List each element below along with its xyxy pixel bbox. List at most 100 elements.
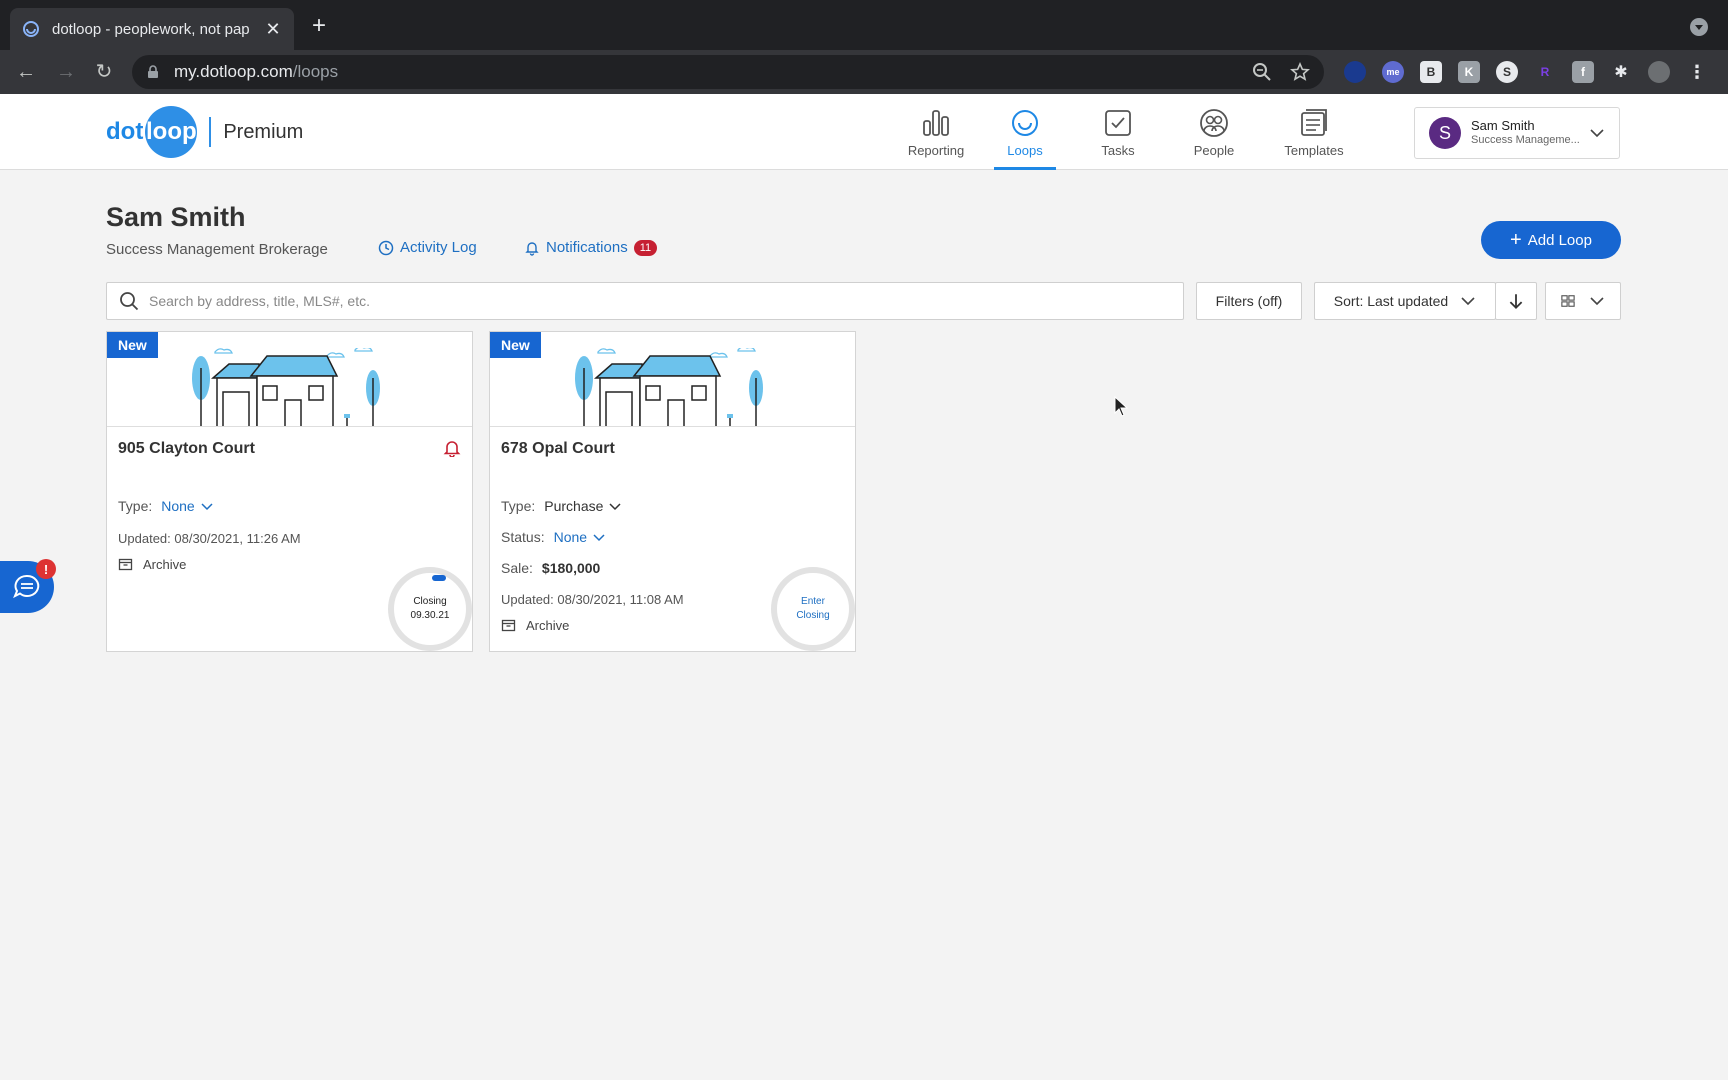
nav-reporting[interactable]: Reporting bbox=[880, 94, 992, 170]
sort-direction-button[interactable] bbox=[1495, 282, 1537, 320]
extension-f-icon[interactable]: f bbox=[1572, 61, 1594, 83]
user-info: Sam Smith Success Manageme... bbox=[1471, 119, 1589, 147]
page-title: Sam Smith bbox=[106, 202, 246, 232]
dotloop-favicon-icon bbox=[23, 21, 39, 37]
type-dropdown[interactable]: Purchase bbox=[544, 498, 621, 514]
loop-card[interactable]: New 678 Opal Court Type: Purchase Status… bbox=[489, 331, 856, 652]
add-loop-button[interactable]: + Add Loop bbox=[1481, 221, 1621, 259]
bar-chart-icon bbox=[923, 109, 949, 136]
tab-close-icon[interactable]: ✕ bbox=[264, 19, 282, 40]
nav-people[interactable]: People bbox=[1180, 94, 1248, 170]
extensions-puzzle-icon[interactable]: ✱ bbox=[1610, 61, 1632, 83]
house-illustration-icon bbox=[575, 348, 763, 426]
browser-tabstrip: dotloop - peoplework, not pap ✕ + bbox=[0, 0, 1728, 50]
logo-loop-circle: loop bbox=[145, 106, 198, 158]
chat-alert-badge: ! bbox=[36, 559, 56, 579]
profile-avatar-icon[interactable] bbox=[1648, 61, 1670, 83]
app-header: dot loop Premium Reporting Loops Tasks P… bbox=[0, 94, 1728, 170]
view-toggle-dropdown[interactable] bbox=[1545, 282, 1621, 320]
extension-r-icon[interactable]: R bbox=[1534, 61, 1556, 83]
type-value: Purchase bbox=[544, 498, 604, 514]
extension-b-icon[interactable]: B bbox=[1420, 61, 1442, 83]
logo-divider bbox=[209, 117, 212, 147]
mouse-cursor-icon bbox=[1114, 396, 1129, 417]
chevron-down-icon bbox=[609, 503, 621, 511]
url-path: /loops bbox=[292, 62, 339, 81]
sale-label: Sale: bbox=[501, 560, 533, 576]
back-icon[interactable]: ← bbox=[14, 60, 38, 84]
status-dropdown[interactable]: None bbox=[554, 529, 605, 545]
loop-card-hero: New bbox=[107, 332, 472, 427]
filters-label: Filters (off) bbox=[1215, 293, 1283, 309]
clock-icon bbox=[378, 240, 394, 255]
zoom-icon[interactable] bbox=[1252, 62, 1272, 82]
notifications-link[interactable]: Notifications 11 bbox=[524, 239, 658, 256]
new-tab-icon[interactable]: + bbox=[312, 14, 326, 38]
tab-search-icon[interactable] bbox=[1690, 18, 1708, 36]
user-menu[interactable]: S Sam Smith Success Manageme... bbox=[1414, 107, 1620, 159]
extension-k-icon[interactable]: K bbox=[1458, 61, 1480, 83]
progress-marker bbox=[432, 575, 446, 581]
sale-value[interactable]: $180,000 bbox=[542, 560, 600, 576]
loop-updated: Updated: 08/30/2021, 11:26 AM bbox=[118, 531, 301, 546]
notifications-badge: 11 bbox=[633, 239, 658, 256]
address-bar[interactable]: my.dotloop.com/loops bbox=[132, 55, 1324, 89]
browser-tab[interactable]: dotloop - peoplework, not pap ✕ bbox=[10, 8, 294, 50]
loop-card-hero: New bbox=[490, 332, 855, 427]
dotloop-logo[interactable]: dot loop Premium bbox=[106, 106, 303, 158]
loop-icon bbox=[1012, 109, 1038, 136]
status-value: None bbox=[553, 529, 588, 545]
loop-address[interactable]: 905 Clayton Court bbox=[118, 440, 255, 458]
search-box bbox=[106, 282, 1184, 320]
loop-card[interactable]: New 905 Clayton Court Type: None Updated… bbox=[106, 331, 473, 652]
ring-line1: Closing bbox=[413, 596, 447, 607]
archive-button[interactable]: Archive bbox=[501, 618, 569, 633]
type-dropdown[interactable]: None bbox=[161, 498, 213, 514]
user-org: Success Manageme... bbox=[1471, 134, 1580, 146]
brokerage-name: Success Management Brokerage bbox=[106, 241, 328, 258]
nav-label: Templates bbox=[1284, 142, 1344, 158]
activity-log-link[interactable]: Activity Log bbox=[378, 239, 477, 256]
type-label: Type: bbox=[118, 498, 153, 514]
enter-closing-ring[interactable]: Enter Closing bbox=[771, 567, 855, 651]
extension-s-icon[interactable]: S bbox=[1496, 61, 1518, 83]
chevron-down-icon bbox=[593, 534, 605, 542]
user-name: Sam Smith bbox=[1471, 118, 1535, 133]
closing-date-ring[interactable]: Closing 09.30.21 bbox=[388, 567, 472, 651]
nav-loops[interactable]: Loops bbox=[994, 94, 1056, 170]
search-input[interactable] bbox=[149, 293, 1049, 309]
extension-me-icon[interactable]: me bbox=[1382, 61, 1404, 83]
ring-line2: 09.30.21 bbox=[410, 610, 450, 621]
archive-icon bbox=[501, 619, 516, 632]
nav-templates[interactable]: Templates bbox=[1248, 94, 1380, 170]
notifications-label: Notifications bbox=[546, 239, 628, 256]
nav-tasks[interactable]: Tasks bbox=[1056, 94, 1180, 170]
archive-label: Archive bbox=[143, 557, 187, 572]
browser-menu-icon[interactable]: ⋮ bbox=[1686, 61, 1708, 83]
nav-label: Tasks bbox=[1101, 142, 1135, 158]
add-loop-label: Add Loop bbox=[1527, 231, 1592, 249]
sort-dropdown[interactable]: Sort: Last updated bbox=[1314, 282, 1496, 320]
archive-button[interactable]: Archive bbox=[118, 557, 186, 572]
chevron-down-icon bbox=[1590, 297, 1604, 306]
browser-toolbar: ← → ↻ my.dotloop.com/loops me B K S R f … bbox=[0, 50, 1728, 94]
loop-updated: Updated: 08/30/2021, 11:08 AM bbox=[501, 592, 684, 607]
bell-alert-icon[interactable] bbox=[443, 439, 461, 457]
activity-log-label: Activity Log bbox=[400, 239, 477, 256]
type-value: None bbox=[161, 498, 195, 514]
filters-button[interactable]: Filters (off) bbox=[1196, 282, 1302, 320]
forward-icon[interactable]: → bbox=[54, 60, 78, 84]
logo-dot-text: dot bbox=[106, 118, 144, 145]
extension-circle-icon[interactable] bbox=[1344, 61, 1366, 83]
loop-status-field: Status: None bbox=[501, 529, 605, 545]
new-badge: New bbox=[107, 332, 158, 358]
search-icon bbox=[120, 292, 139, 311]
loop-address[interactable]: 678 Opal Court bbox=[501, 440, 615, 458]
reload-icon[interactable]: ↻ bbox=[92, 60, 116, 84]
grid-view-icon bbox=[1561, 295, 1575, 307]
chat-icon bbox=[13, 574, 40, 599]
bookmark-star-icon[interactable] bbox=[1290, 62, 1310, 82]
tab-title: dotloop - peoplework, not pap bbox=[52, 20, 250, 38]
nav-label: People bbox=[1193, 142, 1235, 158]
people-icon bbox=[1200, 108, 1228, 137]
